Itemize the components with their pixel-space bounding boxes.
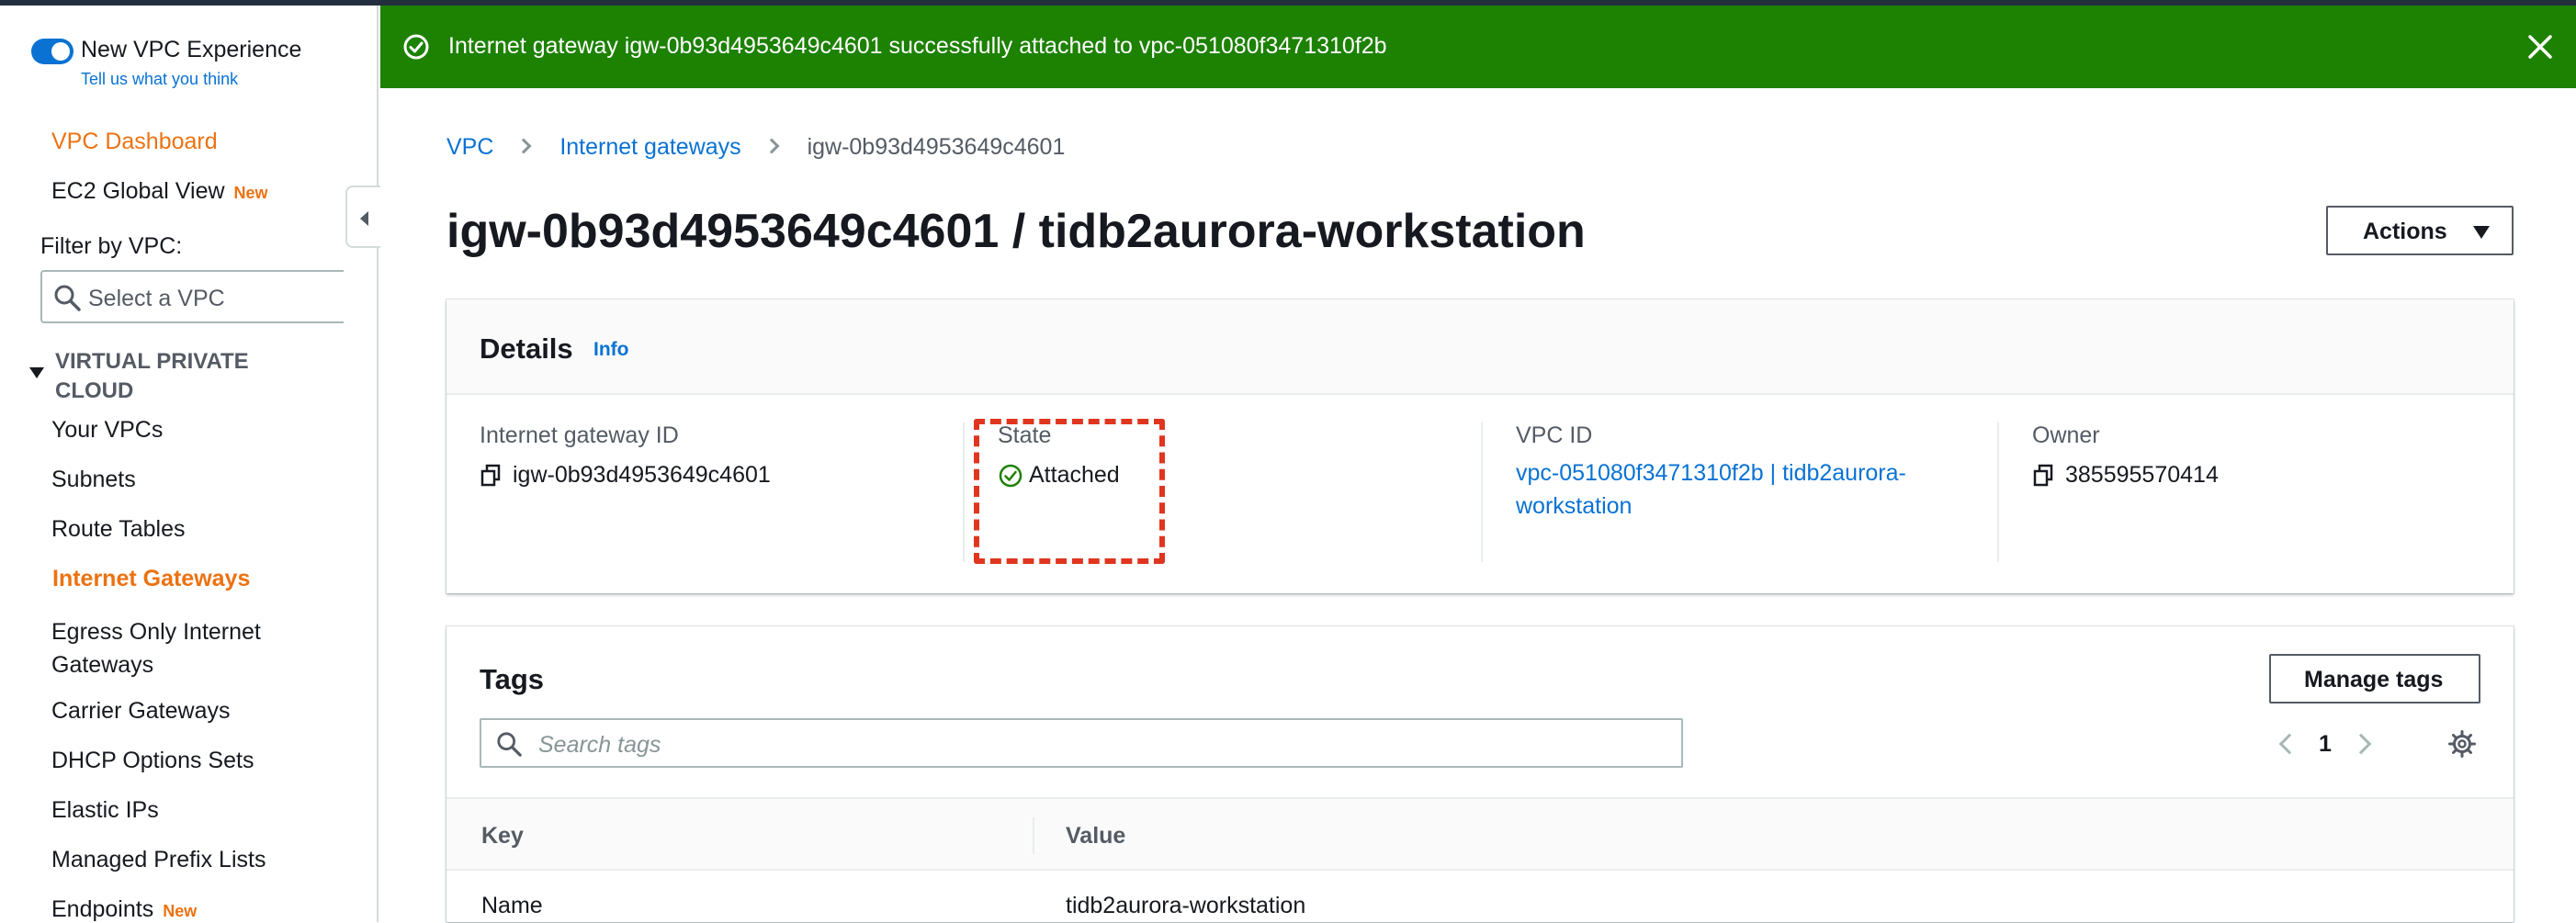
tags-title: Tags	[480, 663, 545, 695]
column-header-value[interactable]: Value	[1066, 823, 1125, 850]
nav-subnets[interactable]: Subnets	[51, 467, 136, 493]
search-tags-placeholder: Search tags	[538, 732, 661, 758]
breadcrumb-vpc[interactable]: VPC	[446, 134, 493, 160]
column-divider	[963, 422, 965, 562]
nav-endpoints-label: Endpoints	[51, 896, 154, 922]
owner-label: Owner	[2032, 422, 2100, 448]
nav-dhcp-options-sets[interactable]: DHCP Options Sets	[51, 748, 254, 774]
flash-message: Internet gateway igw-0b93d4953649c4601 s…	[448, 33, 1387, 59]
copy-icon[interactable]	[480, 464, 502, 488]
vpc-filter-select[interactable]: Select a VPC	[40, 270, 344, 323]
chevron-right-icon	[515, 138, 532, 154]
nav-your-vpcs[interactable]: Your VPCs	[51, 417, 163, 444]
page-title: igw-0b93d4953649c4601 / tidb2aurora-work…	[446, 205, 1586, 258]
new-badge: New	[163, 902, 198, 920]
column-header-key[interactable]: Key	[481, 823, 524, 850]
column-divider	[1997, 422, 1999, 562]
manage-tags-label: Manage tags	[2304, 667, 2444, 692]
nav-egress-only-internet-gateways[interactable]: Egress Only Internet Gateways	[51, 615, 327, 681]
search-icon	[497, 732, 522, 757]
check-circle-icon	[403, 34, 429, 60]
vpc-filter-placeholder: Select a VPC	[88, 286, 225, 311]
close-icon[interactable]	[2525, 31, 2556, 62]
owner-field: Owner 385595570414	[2032, 422, 2219, 489]
tags-table-header: Key Value	[446, 797, 2514, 871]
nav-ec2-global-view[interactable]: EC2 Global View New	[51, 178, 268, 205]
collapse-sidebar-button[interactable]	[345, 186, 380, 248]
section-title: VIRTUAL PRIVATE CLOUD	[55, 349, 249, 403]
tags-panel: Tags Manage tags Search tags 1 Key Value…	[446, 626, 2514, 922]
vpc-id-link-line2: workstation	[1516, 493, 1633, 519]
gateway-id-label: Internet gateway ID	[480, 422, 679, 448]
nav-elastic-ips[interactable]: Elastic IPs	[51, 797, 159, 824]
info-link[interactable]: Info	[593, 339, 628, 361]
previous-page-icon[interactable]	[2278, 733, 2300, 755]
side-navigation: New VPC Experience Tell us what you thin…	[0, 6, 378, 922]
search-tags-input[interactable]: Search tags	[480, 718, 1683, 768]
caret-down-icon	[2473, 226, 2490, 239]
column-divider	[1481, 422, 1483, 562]
nav-managed-prefix-lists[interactable]: Managed Prefix Lists	[51, 847, 266, 873]
page-number[interactable]: 1	[2319, 731, 2332, 758]
vpc-id-link-line1: vpc-051080f3471310f2b | tidb2aurora-	[1516, 460, 1906, 486]
state-highlight-box	[974, 419, 1165, 564]
nav-endpoints[interactable]: Endpoints New	[51, 896, 197, 923]
gear-icon[interactable]	[2447, 729, 2477, 759]
tag-key-cell: Name	[481, 893, 543, 918]
nav-vpc-dashboard[interactable]: VPC Dashboard	[51, 129, 218, 155]
feedback-link[interactable]: Tell us what you think	[81, 70, 238, 89]
copy-icon[interactable]	[2032, 464, 2054, 488]
nav-route-tables[interactable]: Route Tables	[51, 516, 185, 543]
new-badge: New	[233, 184, 268, 202]
vpc-id-label: VPC ID	[1516, 422, 1593, 448]
actions-label: Actions	[2363, 219, 2447, 244]
details-panel: Details Info Internet gateway ID igw-0b9…	[446, 299, 2514, 593]
search-icon	[54, 285, 81, 311]
chevron-right-icon	[763, 138, 780, 154]
manage-tags-button[interactable]: Manage tags	[2269, 654, 2480, 704]
breadcrumb-current: igw-0b93d4953649c4601	[807, 134, 1066, 160]
success-flash-banner: Internet gateway igw-0b93d4953649c4601 s…	[380, 6, 2576, 88]
gateway-id-field: Internet gateway ID igw-0b93d4953649c460…	[480, 422, 771, 489]
gateway-id-value: igw-0b93d4953649c4601	[513, 462, 771, 488]
filter-by-vpc-label: Filter by VPC:	[40, 233, 183, 259]
next-page-icon[interactable]	[2350, 733, 2372, 755]
nav-internet-gateways[interactable]: Internet Gateways	[52, 566, 250, 592]
new-experience-label: New VPC Experience	[81, 37, 302, 62]
actions-button[interactable]: Actions	[2326, 206, 2514, 255]
vpc-id-link[interactable]: vpc-051080f3471310f2b | tidb2aurora- wor…	[1516, 456, 1948, 523]
caret-down-icon	[29, 367, 44, 378]
details-title: Details	[480, 332, 573, 365]
new-experience-toggle[interactable]	[31, 39, 73, 64]
nav-ec2-global-view-label: EC2 Global View	[51, 178, 225, 204]
details-header: Details Info	[446, 299, 2514, 395]
tag-value-cell: tidb2aurora-workstation	[1066, 893, 1306, 918]
breadcrumb-internet-gateways[interactable]: Internet gateways	[559, 134, 740, 160]
breadcrumb: VPC Internet gateways igw-0b93d4953649c4…	[446, 134, 1065, 161]
nav-carrier-gateways[interactable]: Carrier Gateways	[51, 698, 231, 725]
column-divider	[1033, 817, 1034, 854]
vpc-id-field: VPC ID vpc-051080f3471310f2b | tidb2auro…	[1516, 422, 1948, 523]
owner-value: 385595570414	[2065, 462, 2219, 488]
